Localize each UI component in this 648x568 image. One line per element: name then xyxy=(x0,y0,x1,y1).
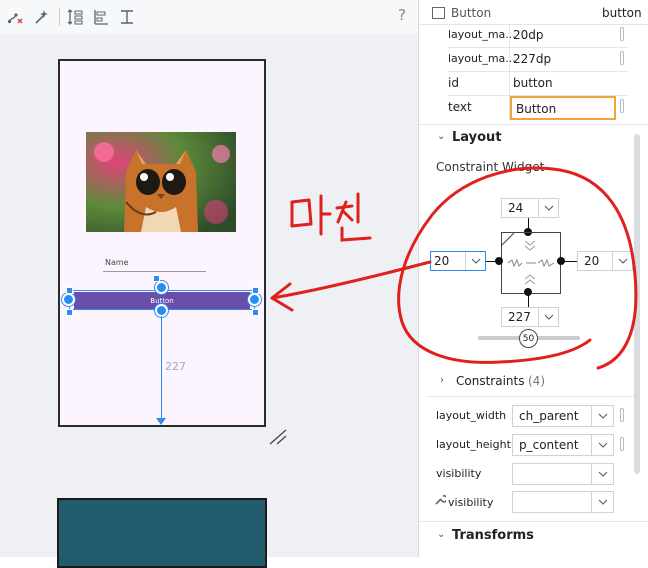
align-vertical-icon[interactable] xyxy=(64,6,86,28)
transforms-section-title[interactable]: Transforms xyxy=(452,528,534,543)
text-value-input[interactable]: Button xyxy=(510,96,616,120)
bottom-margin-label: 227 xyxy=(165,360,186,373)
row-divider xyxy=(448,71,628,72)
bottom-constraint-line xyxy=(161,316,162,420)
layout-height-dropdown[interactable]: p_content xyxy=(512,434,614,456)
right-constraint-stem xyxy=(561,261,577,262)
constraints-count: (4) xyxy=(528,374,545,388)
bias-slider-knob[interactable]: 50 xyxy=(519,329,538,348)
constraints-label[interactable]: Constraints xyxy=(456,374,524,388)
right-margin-dropdown[interactable]: 20 xyxy=(577,251,633,271)
resize-handle-bl[interactable] xyxy=(66,309,73,316)
attr-name-id: id xyxy=(448,76,459,90)
baseline-handle[interactable] xyxy=(153,275,160,282)
constraint-widget-label: Constraint Widget xyxy=(436,160,545,174)
chevron-down-icon xyxy=(591,464,613,484)
widget-type-label: Button xyxy=(451,6,492,20)
left-constraint-handle[interactable] xyxy=(62,293,75,306)
top-constraint-handle[interactable] xyxy=(155,281,168,294)
attr-name-layout-margin-bottom: layout_ma... xyxy=(448,52,516,65)
attr-value-layout-margin-bottom[interactable]: 227dp xyxy=(513,52,551,66)
transforms-collapse-icon[interactable]: ⌄ xyxy=(437,529,445,540)
help-button[interactable]: ? xyxy=(398,6,406,24)
resize-handle-tl[interactable] xyxy=(66,287,73,294)
panel-scrollbar[interactable] xyxy=(634,134,640,474)
chevron-down-icon xyxy=(538,199,558,217)
chevron-down-icon xyxy=(612,252,632,270)
align-left-icon[interactable] xyxy=(90,6,112,28)
layout-height-picker[interactable] xyxy=(620,437,624,451)
chevron-down-icon xyxy=(465,252,485,270)
layout-height-value: p_content xyxy=(519,438,579,452)
blueprint-preview xyxy=(57,498,267,568)
section-divider xyxy=(419,124,648,125)
layout-section-title[interactable]: Layout xyxy=(452,130,502,145)
row-divider xyxy=(448,47,628,48)
attr-picker-2[interactable] xyxy=(620,51,624,65)
top-margin-value: 24 xyxy=(508,201,524,215)
visibility-label: visibility xyxy=(436,467,482,480)
layout-collapse-icon[interactable]: ⌄ xyxy=(437,131,445,142)
layout-width-label: layout_width xyxy=(436,409,507,422)
layout-width-dropdown[interactable]: ch_parent xyxy=(512,405,614,427)
attr-value-layout-margin-start[interactable]: 20dp xyxy=(513,28,544,42)
widget-type-icon xyxy=(432,7,445,19)
constraint-widget-box xyxy=(501,232,561,294)
chevron-down-icon xyxy=(591,435,613,455)
bottom-constraint-arrow xyxy=(156,418,166,425)
chevron-down-icon xyxy=(591,406,613,426)
widget-id-label: button xyxy=(602,6,642,20)
right-constraint-handle[interactable] xyxy=(248,293,261,306)
layout-height-label: layout_height xyxy=(436,438,511,451)
attr-picker-1[interactable] xyxy=(620,27,624,41)
bottom-constraint-stem xyxy=(528,294,529,308)
right-margin-value: 20 xyxy=(584,254,600,268)
bottom-margin-value: 227 xyxy=(508,310,531,324)
layout-toolbar: ? xyxy=(0,0,418,34)
name-edittext[interactable]: Name xyxy=(103,258,206,272)
layout-width-value: ch_parent xyxy=(519,409,579,423)
left-margin-value: 20 xyxy=(434,254,450,268)
device-resize-icon[interactable] xyxy=(268,428,288,449)
wrench-icon xyxy=(434,494,448,509)
visibility-dropdown[interactable] xyxy=(512,463,614,485)
attr-value-id[interactable]: button xyxy=(513,76,553,90)
section-divider xyxy=(428,396,634,397)
section-divider xyxy=(419,521,648,522)
attr-name-layout-margin-start: layout_ma... xyxy=(448,28,516,41)
attr-picker-3[interactable] xyxy=(620,99,624,113)
left-anchor-dot[interactable] xyxy=(495,257,503,265)
resize-handle-tr[interactable] xyxy=(252,287,259,294)
top-margin-dropdown[interactable]: 24 xyxy=(501,198,559,218)
toolbar-separator xyxy=(59,8,60,26)
layout-width-picker[interactable] xyxy=(620,408,624,422)
bottom-margin-dropdown[interactable]: 227 xyxy=(501,307,559,327)
header-divider xyxy=(419,24,648,25)
phone-preview xyxy=(58,59,266,427)
resize-handle-br[interactable] xyxy=(252,309,259,316)
guideline-icon[interactable] xyxy=(116,6,138,28)
cat-image[interactable] xyxy=(86,132,236,232)
tools-visibility-label: visibility xyxy=(448,496,494,509)
tools-visibility-dropdown[interactable] xyxy=(512,491,614,513)
infer-constraints-icon[interactable] xyxy=(30,6,52,28)
attr-name-text: text xyxy=(448,100,472,114)
constraints-expand-icon[interactable]: › xyxy=(440,375,444,386)
chevron-down-icon xyxy=(591,492,613,512)
left-margin-dropdown[interactable]: 20 xyxy=(430,251,486,271)
clear-constraints-icon[interactable] xyxy=(4,6,26,28)
chevron-down-icon xyxy=(538,308,558,326)
